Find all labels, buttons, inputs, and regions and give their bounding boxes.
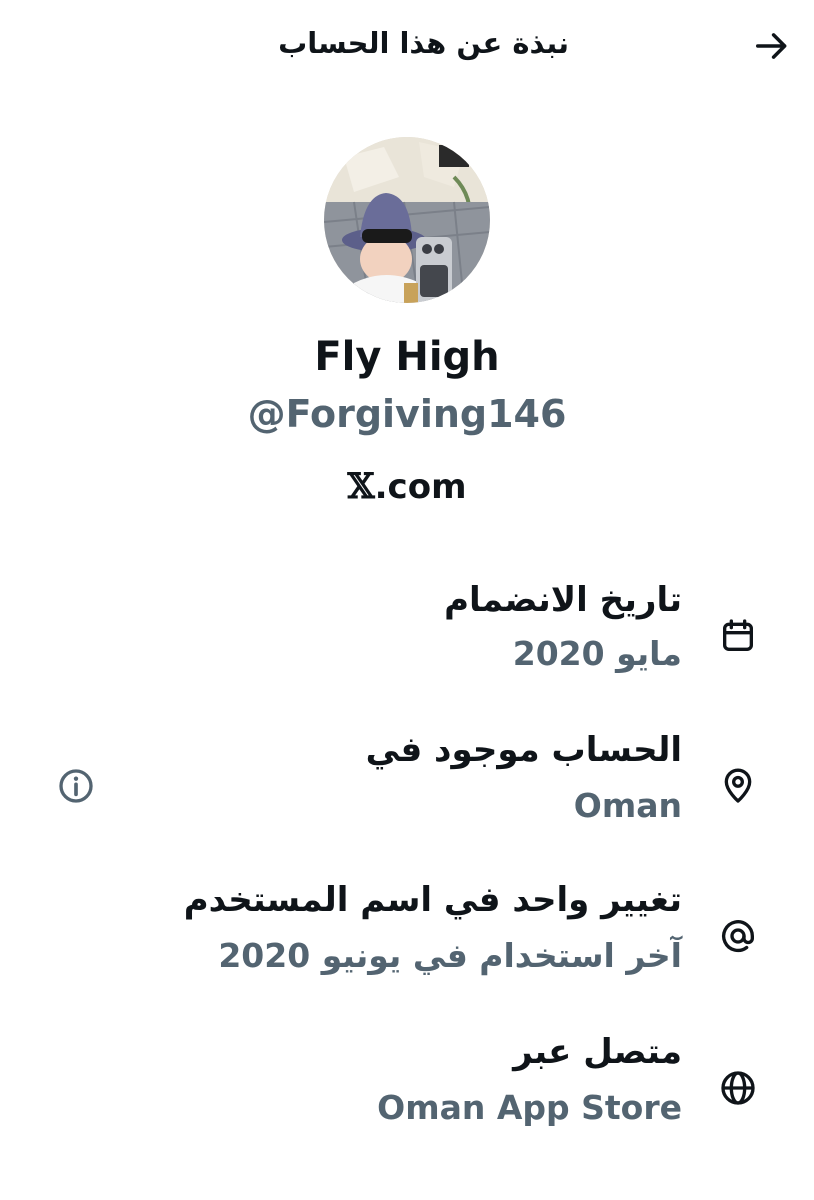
domain-label: 𝕏 .com [0,466,814,507]
detail-value: Oman [573,786,682,825]
username-handle: @Forgiving146 [247,392,567,436]
calendar-icon [716,614,760,658]
at-sign-icon [716,914,760,958]
detail-row-connected-via: متصل عبر Oman App Store [0,1032,814,1142]
info-icon [59,769,93,803]
detail-row-join-date: تاريخ الانضمام مايو 2020 [0,580,814,690]
arrow-right-icon [756,33,787,59]
avatar[interactable] [324,137,490,303]
globe-icon [716,1066,760,1110]
header-bar: نبذة عن هذا الحساب [0,0,814,92]
info-button[interactable] [54,764,98,808]
detail-title: تغيير واحد في اسم المستخدم [183,880,682,920]
detail-row-location: الحساب موجود في Oman [0,730,814,840]
detail-title: متصل عبر [513,1032,682,1072]
page-title: نبذة عن هذا الحساب [278,26,569,60]
display-name: Fly High [314,334,500,380]
detail-value: آخر استخدام في يونيو 2020 [218,936,682,975]
detail-title: تاريخ الانضمام [444,580,682,620]
x-logo: 𝕏 [347,466,375,507]
detail-value: مايو 2020 [512,634,682,673]
back-button[interactable] [752,26,792,66]
domain-suffix: .com [374,466,467,507]
detail-row-username-changes: تغيير واحد في اسم المستخدم آخر استخدام ف… [0,880,814,990]
detail-title: الحساب موجود في [365,730,682,770]
detail-value: Oman App Store [377,1088,682,1127]
location-pin-icon [716,764,760,808]
